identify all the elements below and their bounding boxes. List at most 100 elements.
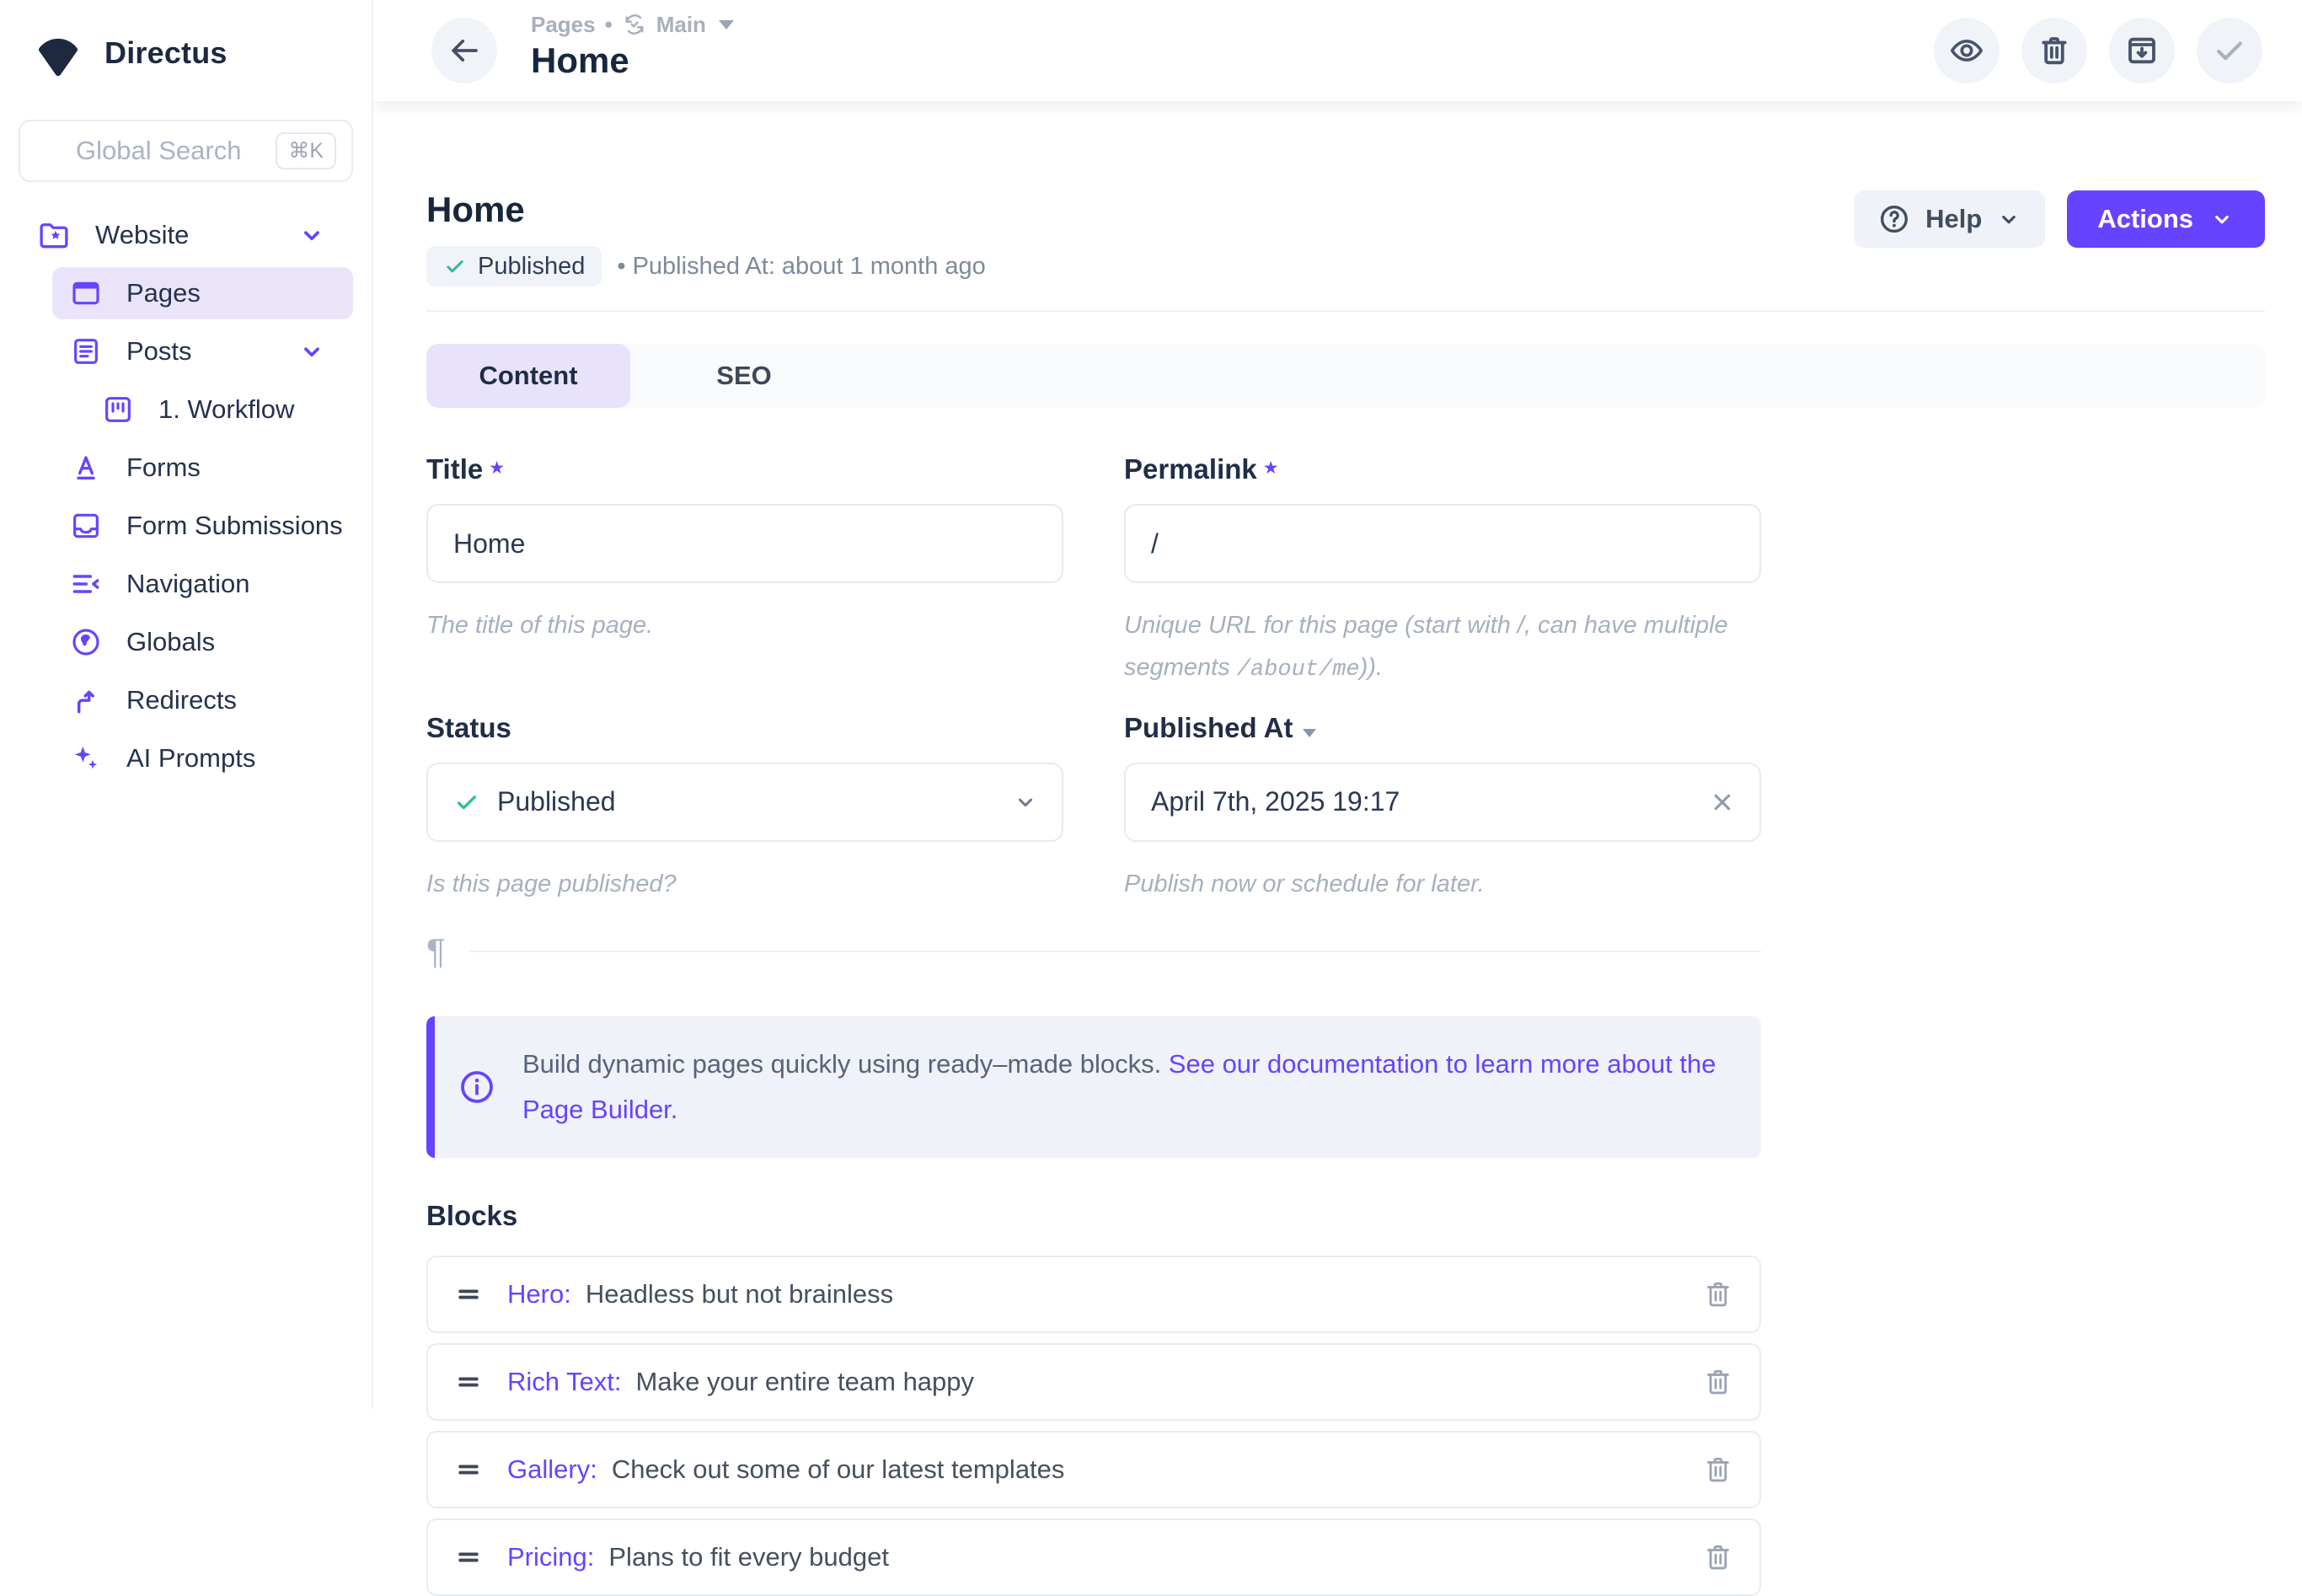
sidebar-item-forms[interactable]: Forms [52, 442, 353, 494]
page-title: Home [531, 41, 734, 80]
globe-icon [69, 625, 103, 659]
sidebar-item-label: Globals [126, 627, 215, 657]
sidebar-item-pages[interactable]: Pages [52, 267, 353, 319]
published-at-field[interactable]: April 7th, 2025 19:17 [1124, 763, 1761, 842]
breadcrumb-version[interactable]: Main [656, 12, 706, 38]
sidebar-item-label: Form Submissions [126, 511, 343, 541]
chevron-down-icon[interactable] [1011, 788, 1040, 817]
drag-handle-icon[interactable] [453, 1279, 484, 1309]
trash-icon [1702, 1541, 1734, 1573]
breadcrumb-collection[interactable]: Pages [531, 12, 596, 38]
blocks-label: Blocks [426, 1200, 1761, 1232]
sidebar-item-website[interactable]: Website [19, 209, 353, 261]
info-banner: Build dynamic pages quickly using ready–… [426, 1016, 1761, 1158]
sidebar-nav: Website Pages Posts [0, 209, 372, 790]
tab-seo[interactable]: SEO [630, 344, 858, 408]
caret-down-icon[interactable] [1303, 729, 1316, 737]
chevron-down-icon[interactable] [297, 337, 326, 366]
published-at-note: Publish now or schedule for later. [1124, 864, 1748, 906]
preview-button[interactable] [1934, 18, 2000, 83]
sidebar-item-label: Website [95, 220, 189, 250]
global-search-input[interactable] [74, 135, 276, 167]
permalink-label: Permalink [1124, 453, 1257, 485]
sidebar-item-redirects[interactable]: Redirects [52, 674, 353, 726]
drag-handle-icon[interactable] [453, 1542, 484, 1572]
status-badge: Published [426, 246, 602, 287]
actions-button[interactable]: Actions [2067, 190, 2265, 248]
block-delete-button[interactable] [1702, 1454, 1734, 1486]
sidebar: Directus ⌘K Website [0, 0, 373, 1409]
document-lines-icon [69, 335, 103, 368]
page-head-left: Home Published • Published At: about 1 m… [426, 190, 986, 287]
field-published-at: Published At April 7th, 2025 19:17 Publi… [1124, 712, 1761, 906]
top-bar: Pages • Main Home [373, 0, 2302, 101]
title-input[interactable] [426, 504, 1063, 583]
published-at-value: April 7th, 2025 19:17 [1151, 786, 1400, 817]
block-title: Check out some of our latest templates [612, 1454, 1065, 1485]
kanban-icon [101, 393, 135, 426]
chevron-down-icon [2209, 206, 2235, 232]
check-icon [443, 254, 467, 278]
pilcrow-icon: ¶ [426, 934, 446, 969]
caret-down-icon[interactable] [719, 20, 734, 29]
sidebar-item-form-submissions[interactable]: Form Submissions [52, 500, 353, 552]
sidebar-item-navigation[interactable]: Navigation [52, 558, 353, 610]
archive-icon [2124, 33, 2160, 68]
trash-icon [1702, 1366, 1734, 1398]
keyboard-shortcut-badge: ⌘K [276, 132, 336, 169]
breadcrumb: Pages • Main [531, 10, 734, 39]
tab-content[interactable]: Content [426, 344, 630, 408]
block-row-rich-text[interactable]: Rich Text: Make your entire team happy [426, 1343, 1761, 1421]
block-delete-button[interactable] [1702, 1278, 1734, 1310]
arrow-left-icon [447, 33, 482, 68]
block-type: Pricing: [507, 1542, 594, 1572]
block-title: Plans to fit every budget [608, 1542, 889, 1572]
divider-line [469, 951, 1761, 952]
delete-button[interactable] [2021, 18, 2087, 83]
banner-text: Build dynamic pages quickly using ready–… [522, 1042, 1727, 1133]
check-icon [2211, 32, 2248, 69]
tab-strip: Content SEO [426, 344, 2265, 408]
block-delete-button[interactable] [1702, 1541, 1734, 1573]
version-sync-icon [622, 12, 647, 37]
letter-a-underline-icon [69, 451, 103, 485]
block-type: Gallery: [507, 1454, 597, 1485]
drag-handle-icon[interactable] [453, 1367, 484, 1397]
save-button[interactable] [2197, 18, 2262, 83]
sidebar-item-posts[interactable]: Posts [52, 325, 353, 378]
help-icon [1877, 202, 1911, 236]
title-note: The title of this page. [426, 605, 1050, 647]
app-name: Directus [104, 35, 228, 71]
block-row-pricing[interactable]: Pricing: Plans to fit every budget [426, 1518, 1761, 1596]
permalink-input[interactable] [1124, 504, 1761, 583]
sidebar-item-label: Navigation [126, 569, 249, 599]
chevron-down-icon[interactable] [297, 221, 326, 249]
block-delete-button[interactable] [1702, 1366, 1734, 1398]
block-type: Rich Text: [507, 1367, 622, 1397]
directus-logo-icon [32, 27, 84, 79]
status-label: Status [426, 712, 511, 743]
help-button[interactable]: Help [1854, 190, 2045, 248]
sidebar-item-label: 1. Workflow [158, 394, 294, 425]
sparkles-icon [69, 742, 103, 775]
archive-button[interactable] [2109, 18, 2175, 83]
published-meta: • Published At: about 1 month ago [617, 253, 985, 281]
block-title: Make your entire team happy [636, 1367, 975, 1397]
drag-handle-icon[interactable] [453, 1454, 484, 1485]
block-row-hero[interactable]: Hero: Headless but not brainless [426, 1256, 1761, 1333]
required-star: ★ [489, 458, 505, 478]
status-select[interactable]: Published [426, 763, 1063, 842]
sidebar-item-ai-prompts[interactable]: AI Prompts [52, 732, 353, 785]
help-button-label: Help [1925, 204, 1982, 234]
chevron-down-icon [1996, 206, 2021, 232]
back-button[interactable] [431, 18, 497, 83]
info-icon [457, 1067, 497, 1107]
sidebar-item-workflow[interactable]: 1. Workflow [84, 383, 353, 436]
sidebar-item-globals[interactable]: Globals [52, 616, 353, 668]
field-title: Title★ The title of this page. [426, 453, 1063, 689]
clear-icon[interactable] [1707, 787, 1737, 817]
block-type: Hero: [507, 1279, 571, 1309]
block-row-gallery[interactable]: Gallery: Check out some of our latest te… [426, 1431, 1761, 1508]
sidebar-item-label: Pages [126, 278, 201, 308]
global-search[interactable]: ⌘K [19, 120, 353, 182]
